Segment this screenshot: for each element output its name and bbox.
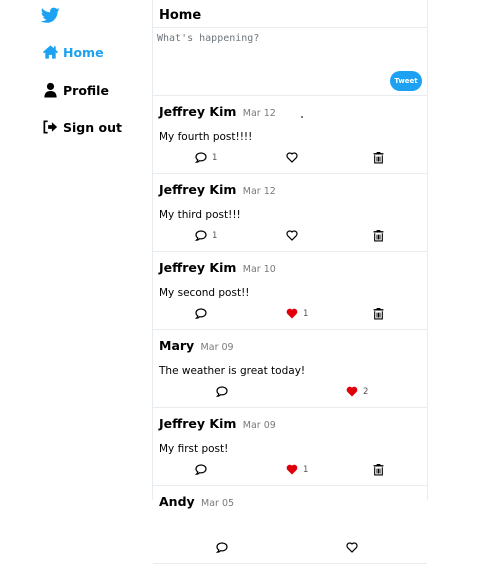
post-author[interactable]: Andy Mar 05 xyxy=(159,494,234,509)
nav-signout-label: Sign out xyxy=(63,119,122,135)
like-count: 1 xyxy=(303,308,309,319)
comment-icon xyxy=(216,542,228,553)
post-body: My fourth post!!!! xyxy=(159,131,253,143)
post-author[interactable]: Mary Mar 09 xyxy=(159,338,234,353)
trash-icon xyxy=(373,152,384,164)
comment-button[interactable]: 1 xyxy=(195,152,217,163)
post-date: Mar 12 xyxy=(242,108,276,119)
post-item[interactable]: Andy Mar 05 xyxy=(153,486,427,564)
heart-icon xyxy=(286,230,298,241)
heart-icon xyxy=(286,308,298,319)
delete-button[interactable] xyxy=(373,464,384,476)
trash-icon xyxy=(373,230,384,242)
heart-icon xyxy=(286,464,298,475)
nav-profile[interactable]: Profile xyxy=(42,82,109,98)
comment-count: 1 xyxy=(212,152,218,163)
comment-icon xyxy=(195,308,207,319)
comment-icon xyxy=(195,230,207,241)
post-date: Mar 12 xyxy=(242,186,276,197)
post-date: Mar 09 xyxy=(242,420,276,431)
post-author-name[interactable]: Jeffrey Kim xyxy=(159,260,236,275)
post-list: Jeffrey Kim Mar 12 My fourth post!!!! 1 Jef… xyxy=(153,96,427,564)
comment-button[interactable] xyxy=(216,386,228,397)
user-icon xyxy=(44,82,57,98)
twitter-logo-icon[interactable] xyxy=(41,7,60,24)
post-author[interactable]: Jeffrey Kim Mar 12 xyxy=(159,104,276,119)
delete-button[interactable] xyxy=(373,152,384,164)
post-body: The weather is great today! xyxy=(159,365,306,377)
post-date: Mar 10 xyxy=(242,264,276,275)
comment-button[interactable] xyxy=(195,464,207,475)
post-item[interactable]: Jeffrey Kim Mar 12 My third post!!! 1 xyxy=(153,174,427,252)
nav-home-label: Home xyxy=(63,44,104,60)
like-button[interactable] xyxy=(346,542,358,553)
heart-icon xyxy=(346,386,358,397)
delete-button[interactable] xyxy=(373,308,384,320)
comment-button[interactable] xyxy=(195,308,207,319)
like-button[interactable]: 1 xyxy=(286,464,308,475)
main-feed: Home Tweet Jeffrey Kim Mar 12 My fourth p… xyxy=(152,0,428,564)
compose-input[interactable] xyxy=(157,33,419,89)
post-item[interactable]: Jeffrey Kim Mar 09 My first post! 1 xyxy=(153,408,427,486)
post-author[interactable]: Jeffrey Kim Mar 12 xyxy=(159,182,276,197)
post-author-name[interactable]: Andy xyxy=(159,494,195,509)
post-body: My third post!!! xyxy=(159,209,241,221)
post-item[interactable]: Jeffrey Kim Mar 12 My fourth post!!!! 1 xyxy=(153,96,427,174)
sidebar: Home Profile Sign out xyxy=(0,0,152,500)
like-button[interactable] xyxy=(286,230,298,241)
heart-icon xyxy=(286,152,298,163)
compose-box: Tweet xyxy=(153,28,427,118)
comment-icon xyxy=(195,152,207,163)
post-date: Mar 09 xyxy=(200,342,234,353)
post-body: My first post! xyxy=(159,443,229,455)
page-header: Home xyxy=(153,0,427,28)
like-count: 1 xyxy=(303,464,309,475)
post-author-name[interactable]: Mary xyxy=(159,338,194,353)
post-body: My second post!! xyxy=(159,287,250,299)
trash-icon xyxy=(373,308,384,320)
page-title: Home xyxy=(159,8,202,23)
tweet-button[interactable]: Tweet xyxy=(390,71,422,91)
post-author[interactable]: Jeffrey Kim Mar 09 xyxy=(159,416,276,431)
post-author-name[interactable]: Jeffrey Kim xyxy=(159,416,236,431)
post-author-name[interactable]: Jeffrey Kim xyxy=(159,182,236,197)
like-button[interactable]: 1 xyxy=(286,308,308,319)
comment-count: 1 xyxy=(212,230,218,241)
nav-signout[interactable]: Sign out xyxy=(42,119,122,135)
post-author[interactable]: Jeffrey Kim Mar 10 xyxy=(159,260,276,275)
heart-icon xyxy=(346,542,358,553)
nav-home[interactable]: Home xyxy=(42,44,104,60)
comment-button[interactable] xyxy=(216,542,228,553)
sign-out-icon xyxy=(43,120,58,134)
post-item[interactable]: Mary Mar 09 The weather is great today! 2 xyxy=(153,330,427,408)
post-item[interactable]: Jeffrey Kim Mar 10 My second post!! 1 xyxy=(153,252,427,330)
nav-profile-label: Profile xyxy=(63,82,109,98)
comment-icon xyxy=(216,386,228,397)
comment-icon xyxy=(195,464,207,475)
like-button[interactable]: 2 xyxy=(346,386,368,397)
home-icon xyxy=(42,45,59,59)
trash-icon xyxy=(373,464,384,476)
like-button[interactable] xyxy=(286,152,298,163)
post-author-name[interactable]: Jeffrey Kim xyxy=(159,104,236,119)
delete-button[interactable] xyxy=(373,230,384,242)
comment-button[interactable]: 1 xyxy=(195,230,217,241)
like-count: 2 xyxy=(363,386,369,397)
